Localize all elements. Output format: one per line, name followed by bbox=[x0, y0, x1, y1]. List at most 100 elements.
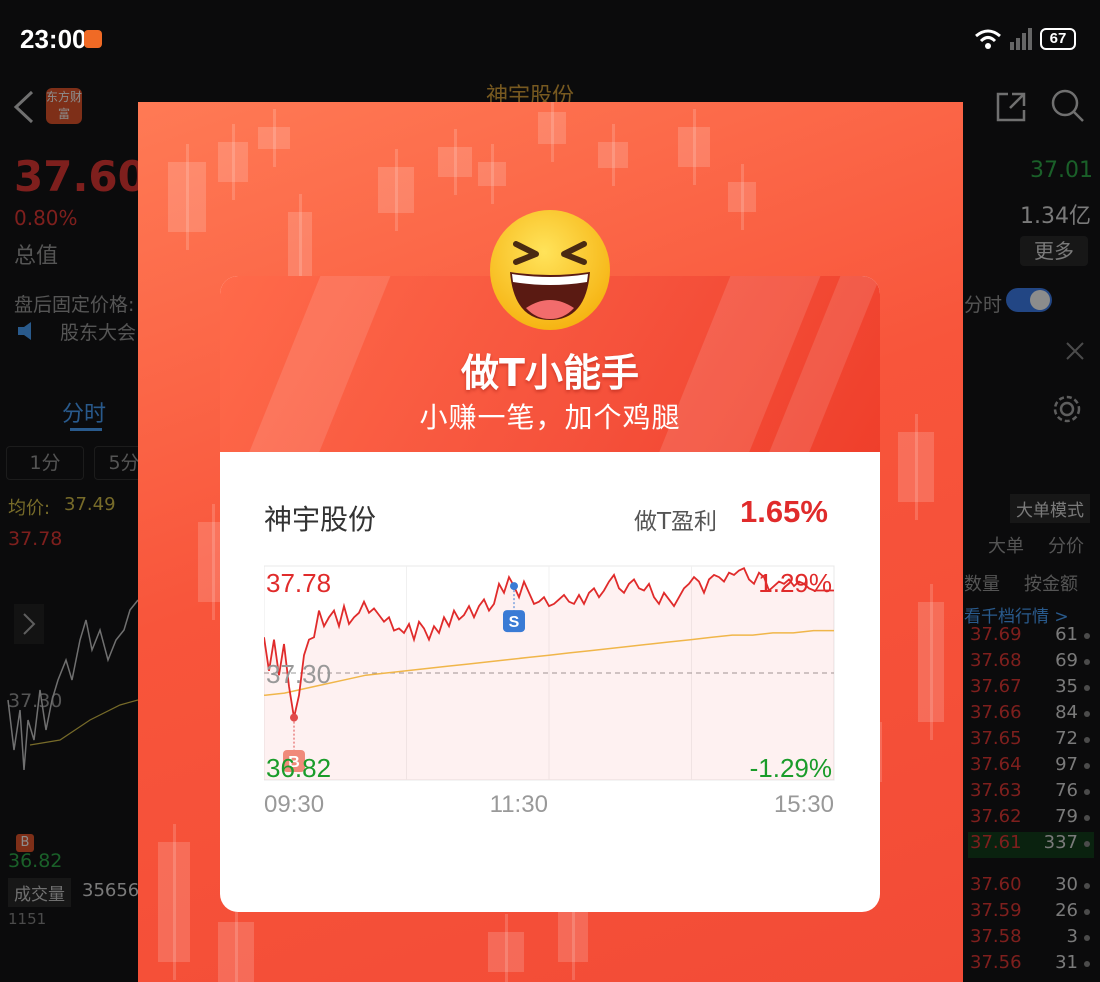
decor-candle bbox=[168, 162, 206, 232]
order-volume: 72 bbox=[1055, 728, 1078, 749]
order-book-row: 37.64 97 bbox=[968, 754, 1094, 780]
profit-value: 1.65% bbox=[740, 494, 828, 529]
speaker-icon bbox=[18, 322, 31, 340]
tab-by-count[interactable]: 数量 bbox=[964, 570, 1000, 596]
decor-candle bbox=[898, 432, 934, 502]
order-book-row: 37.60 30 bbox=[968, 874, 1094, 900]
avg-label: 均价: bbox=[8, 498, 51, 519]
volume-axis: 1151 bbox=[8, 910, 47, 928]
order-book-row: 37.69 61 bbox=[968, 624, 1094, 650]
decor-candle bbox=[258, 127, 290, 149]
order-price: 37.68 bbox=[970, 650, 1022, 671]
order-volume: 3 bbox=[1066, 926, 1078, 947]
buy-point bbox=[290, 713, 298, 722]
y-mid-label: 37.30 bbox=[266, 659, 331, 689]
total-value-label: 总值 bbox=[14, 244, 59, 269]
order-dot bbox=[1084, 815, 1090, 821]
popup-subtitle: 小赚一笔，加个鸡腿 bbox=[419, 401, 681, 434]
order-volume: 84 bbox=[1055, 702, 1078, 723]
right-price: 37.01 bbox=[1030, 158, 1093, 183]
pct-bottom-label: -1.29% bbox=[750, 753, 832, 783]
order-volume: 79 bbox=[1055, 806, 1078, 827]
change-pct: 0.80% bbox=[14, 206, 78, 230]
fenshi-toggle[interactable] bbox=[1006, 288, 1052, 312]
back-icon[interactable] bbox=[12, 90, 36, 124]
order-book-row: 37.56 31 bbox=[968, 952, 1094, 978]
tab-split-price[interactable]: 分价 bbox=[1048, 532, 1084, 558]
close-icon[interactable] bbox=[1066, 342, 1084, 360]
search-icon[interactable] bbox=[1050, 88, 1086, 124]
order-book-row: 37.66 84 bbox=[968, 702, 1094, 728]
x-label-start: 09:30 bbox=[264, 791, 324, 816]
period-1min[interactable]: 1分 bbox=[6, 446, 84, 480]
x-label-end: 15:30 bbox=[774, 791, 834, 816]
order-price: 37.65 bbox=[970, 728, 1022, 749]
order-dot bbox=[1084, 633, 1090, 639]
order-volume: 337 bbox=[1043, 832, 1078, 853]
decor-candle bbox=[218, 142, 248, 182]
order-dot bbox=[1084, 961, 1090, 967]
decor-candle bbox=[478, 162, 506, 186]
order-book-row: 37.68 69 bbox=[968, 650, 1094, 676]
x-label-mid: 11:30 bbox=[490, 791, 548, 816]
tab-big-order[interactable]: 大单 bbox=[988, 532, 1024, 558]
order-volume: 76 bbox=[1055, 780, 1078, 801]
order-dot bbox=[1084, 763, 1090, 769]
decor-candle bbox=[488, 932, 524, 972]
tab-by-amount[interactable]: 按金额 bbox=[1024, 570, 1078, 596]
right-amount: 1.34亿 bbox=[1020, 204, 1091, 229]
notice-text[interactable]: 股东大会 bbox=[60, 318, 136, 345]
after-hours-label: 盘后固定价格: bbox=[14, 294, 135, 316]
order-book-row: 37.61 337 bbox=[968, 832, 1094, 858]
order-dot bbox=[1084, 737, 1090, 743]
order-price: 37.64 bbox=[970, 754, 1022, 775]
order-volume: 97 bbox=[1055, 754, 1078, 775]
order-dot bbox=[1084, 909, 1090, 915]
order-dot bbox=[1084, 789, 1090, 795]
order-price: 37.60 bbox=[970, 874, 1022, 895]
decor-candle bbox=[158, 842, 190, 962]
order-price: 37.67 bbox=[970, 676, 1022, 697]
order-dot bbox=[1084, 841, 1090, 847]
popup-title: 做T小能手 bbox=[461, 351, 639, 395]
order-book-row: 37.62 79 bbox=[968, 806, 1094, 832]
volume-label[interactable]: 成交量 bbox=[8, 878, 71, 907]
more-button[interactable]: 更多 bbox=[1020, 236, 1088, 266]
tab-fenshi[interactable]: 分时 bbox=[62, 396, 106, 428]
share-icon[interactable] bbox=[994, 90, 1028, 124]
order-volume: 61 bbox=[1055, 624, 1078, 645]
trade-chart: SB37.7837.3036.821.29%-1.29%09:30 11:30 15… bbox=[264, 565, 835, 816]
background-intraday-chart bbox=[7, 599, 138, 771]
order-price: 37.61 bbox=[970, 832, 1022, 853]
fenshi-toggle-label: 分时 bbox=[964, 294, 1003, 316]
status-bar: 23:00 67 bbox=[0, 0, 1100, 80]
order-volume: 30 bbox=[1055, 874, 1078, 895]
decor-candle bbox=[538, 112, 566, 144]
order-dot bbox=[1084, 935, 1090, 941]
clock: 23:00 bbox=[20, 24, 87, 54]
order-book-row: 37.67 35 bbox=[968, 676, 1094, 702]
broker-logo: 东方财富 bbox=[46, 88, 82, 124]
decor-candle bbox=[728, 182, 756, 212]
laughing-emoji-icon bbox=[490, 210, 610, 330]
signal-icon bbox=[1010, 28, 1032, 50]
avg-value: 37.49 bbox=[64, 494, 116, 515]
order-volume: 31 bbox=[1055, 952, 1078, 973]
order-volume: 35 bbox=[1055, 676, 1078, 697]
settings-icon[interactable] bbox=[1052, 394, 1082, 424]
profit-label: 做T盈利 bbox=[634, 509, 718, 535]
bg-buy-marker: B bbox=[16, 834, 34, 852]
y-bottom-label: 36.82 bbox=[266, 753, 331, 783]
volume-value: 35656 bbox=[82, 880, 140, 901]
decor-candle bbox=[598, 142, 628, 168]
tab-indicator bbox=[70, 428, 102, 431]
order-price: 37.69 bbox=[970, 624, 1022, 645]
sell-marker-label: S bbox=[509, 614, 520, 631]
order-dot bbox=[1084, 659, 1090, 665]
big-order-mode-button[interactable]: 大单模式 bbox=[1010, 494, 1090, 523]
y-top-label: 37.78 bbox=[266, 568, 331, 598]
order-price: 37.56 bbox=[970, 952, 1022, 973]
order-dot bbox=[1084, 883, 1090, 889]
current-price: 37.60 bbox=[14, 152, 147, 201]
decor-candle bbox=[218, 922, 254, 982]
